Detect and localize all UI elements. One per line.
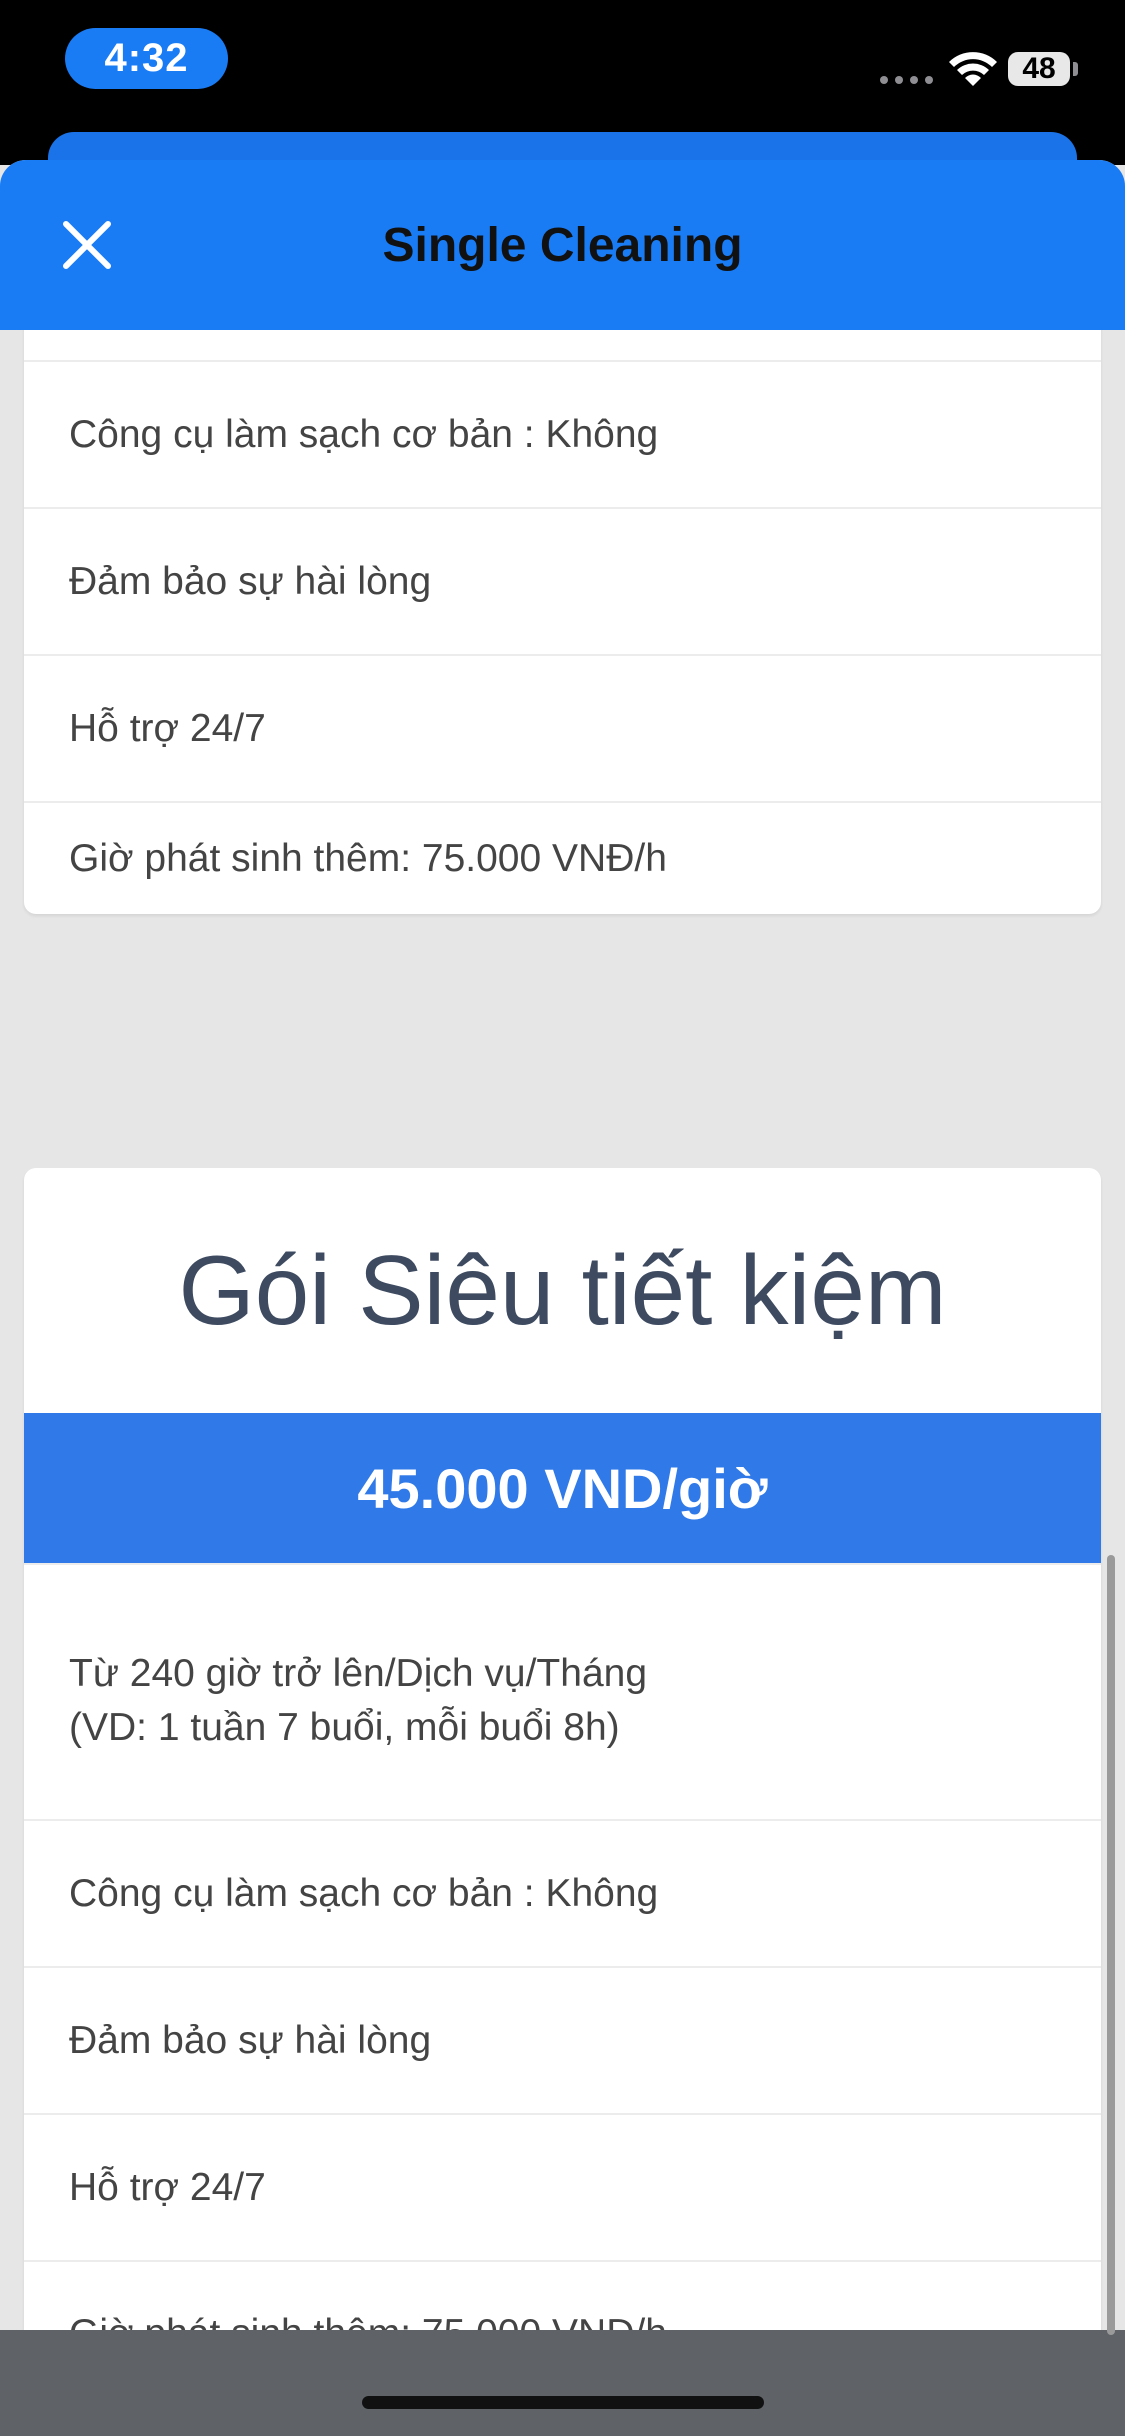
plan-card-super-saving: Gói Siêu tiết kiệm 45.000 VND/giờ Từ 240… [24,1168,1101,2330]
feature-text: Đảm bảo sự hài lòng [69,2018,432,2062]
wifi-icon [949,52,997,86]
feature-row: Giờ phát sinh thêm: 75.000 VNĐ/h [24,801,1101,914]
feature-row: Đảm bảo sự hài lòng [24,507,1101,654]
feature-text: Hỗ trợ 24/7 [69,706,266,750]
feature-row: Hỗ trợ 24/7 [24,654,1101,801]
plan-card-previous: Công cụ làm sạch cơ bản : Không Đảm bảo … [24,300,1101,914]
feature-text: Hỗ trợ 24/7 [69,2165,266,2209]
battery-level: 48 [1022,52,1056,85]
battery-cap [1073,62,1078,76]
plan-title: Gói Siêu tiết kiệm [178,1235,947,1345]
scrollbar[interactable] [1107,1555,1115,2335]
plan-price: 45.000 VND/giờ [357,1456,768,1520]
home-indicator[interactable] [362,2396,764,2409]
cellular-signal-icon [880,76,933,84]
sheet-title: Single Cleaning [382,218,743,272]
close-icon[interactable] [52,210,122,280]
battery-icon: 48 [1008,52,1070,86]
status-time: 4:32 [65,28,228,89]
feature-row: Công cụ làm sạch cơ bản : Không [24,1819,1101,1966]
feature-row: Giờ phát sinh thêm: 75.000 VNĐ/h [24,2260,1101,2330]
hours-line-2: (VD: 1 tuần 7 buổi, mỗi buổi 8h) [69,1706,620,1749]
hours-line-1: Từ 240 giờ trở lên/Dịch vụ/Tháng [69,1652,648,1695]
feature-text: Giờ phát sinh thêm: 75.000 VNĐ/h [69,2307,667,2330]
feature-row: Công cụ làm sạch cơ bản : Không [24,360,1101,507]
feature-text: Công cụ làm sạch cơ bản : Không [69,1871,659,1915]
feature-row: Hỗ trợ 24/7 [24,2113,1101,2260]
price-bar: 45.000 VND/giờ [24,1413,1101,1563]
sheet-header: Single Cleaning [0,160,1125,330]
feature-text: Giờ phát sinh thêm: 75.000 VNĐ/h [69,836,667,880]
bottom-area [0,2330,1125,2436]
modal-sheet: Single Cleaning Công cụ làm sạch cơ bản … [0,160,1125,2330]
feature-row: Đảm bảo sự hài lòng [24,1966,1101,2113]
feature-text: Công cụ làm sạch cơ bản : Không [69,412,659,456]
feature-text: Đảm bảo sự hài lòng [69,559,432,603]
hours-row: Từ 240 giờ trở lên/Dịch vụ/Tháng (VD: 1 … [24,1563,1101,1819]
